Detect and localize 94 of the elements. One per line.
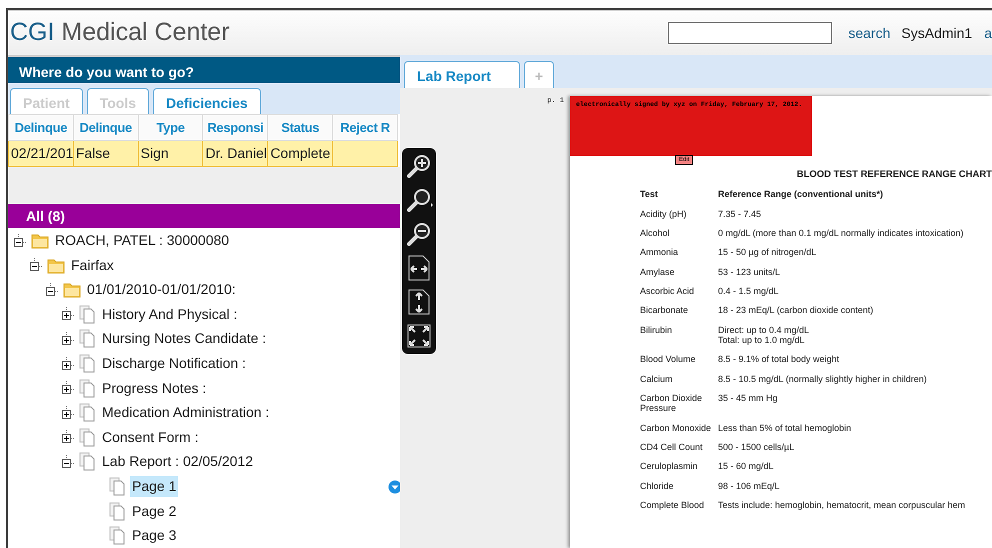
table-cell: Complete: [268, 140, 333, 166]
test-name: Bicarbonate: [640, 305, 690, 316]
reference-range: Less than 5% of total hemoglobin: [718, 422, 852, 434]
reference-range: 53 - 123 units/L: [718, 266, 782, 277]
reference-range: 8.5 - 9.1% of total body weight: [718, 354, 840, 365]
column-header[interactable]: Type: [138, 114, 203, 140]
reference-range: 8.5 - 10.5 mg/dL (normally slightly higher in children): [718, 374, 928, 384]
collapse-icon[interactable]: [62, 454, 75, 469]
reference-range: 0 mg/dL (more than 0.1 mg/dL normally indicates intoxication): [718, 228, 964, 238]
tree-item[interactable]: Medication Administration :: [100, 402, 272, 424]
folder-icon: [31, 232, 49, 250]
expand-icon[interactable]: [62, 332, 75, 346]
column-header[interactable]: Delinque: [73, 114, 138, 140]
tree-item[interactable]: Page 2: [130, 500, 178, 522]
test-name: Carbon Monoxide: [640, 422, 712, 434]
test-name: CD4 Cell Count: [640, 442, 704, 452]
document-icon: [79, 403, 96, 422]
tree-item[interactable]: Progress Notes :: [100, 378, 208, 399]
tree-item[interactable]: ROACH, PATEL : 30000080: [53, 230, 232, 252]
document-icon: [109, 477, 126, 496]
reference-range: 0.4 - 1.5 mg/dL: [718, 286, 780, 296]
document-icon: [79, 304, 96, 324]
tree-item[interactable]: Discharge Notification :: [100, 353, 248, 374]
test-name: Ascorbic Acid: [640, 286, 696, 296]
test-name: Amylase: [640, 266, 676, 277]
table-cell: False: [73, 140, 138, 166]
reference-range: Tests include: hemoglobin, hematocrit, mean corpuscular hem: [718, 500, 966, 510]
header-link[interactable]: a: [984, 22, 992, 44]
reference-range: Direct: up to 0.4 mg/dL Total: up to 1.0 mg/dL: [718, 324, 810, 346]
column-header[interactable]: Status: [268, 114, 333, 140]
folder-icon: [47, 256, 65, 274]
document-icon: [109, 502, 126, 521]
table-cell: Sign: [138, 140, 203, 166]
reference-range: 98 - 106 mEq/L: [718, 480, 781, 492]
tab[interactable]: Lab Report: [404, 61, 520, 88]
document-icon: [79, 329, 96, 348]
test-name: Carbon Dioxide Pressure: [640, 393, 704, 414]
test-name: Bilirubin: [640, 324, 674, 337]
zoom-in-icon[interactable]: [405, 152, 433, 180]
expand-icon[interactable]: [62, 406, 75, 420]
expand-icon[interactable]: [62, 430, 75, 444]
document-icon: [109, 526, 126, 546]
fullscreen-icon[interactable]: [405, 322, 433, 350]
document-title: BLOOD TEST REFERENCE RANGE CHART: [796, 168, 992, 182]
magnifier-icon[interactable]: [405, 186, 433, 214]
expand-icon[interactable]: [62, 307, 75, 322]
app-title: CGI Medical Center: [10, 17, 230, 48]
column-header: Reference Range (conventional units*): [718, 189, 884, 200]
tree-item[interactable]: Page 1: [130, 476, 178, 498]
document-icon: [79, 428, 96, 447]
user-name: SysAdmin1: [901, 24, 972, 43]
reference-range: 7.35 - 7.45: [718, 208, 762, 219]
test-name: Calcium: [640, 374, 674, 384]
test-name: Complete Blood: [640, 500, 706, 510]
tree-item[interactable]: Consent Form :: [100, 426, 200, 448]
reference-range: 35 - 45 mm Hg: [718, 393, 779, 406]
tree-header: All (8): [8, 204, 400, 228]
tree-item[interactable]: Page 3: [130, 525, 178, 546]
tab[interactable]: Deficiencies: [152, 88, 261, 114]
test-name: Alcohol: [640, 228, 671, 238]
document-icon: [79, 452, 96, 472]
table-cell: Dr. Daniel: [202, 140, 268, 166]
folder-icon: [63, 281, 81, 298]
tree-item[interactable]: 01/01/2010-01/01/2010:: [85, 279, 238, 300]
test-name: Blood Volume: [640, 354, 697, 365]
column-header[interactable]: Reject R: [332, 114, 398, 140]
search-field[interactable]: [668, 22, 832, 44]
column-header[interactable]: Responsi: [202, 114, 268, 140]
reference-range: 18 - 23 mEq/L (carbon dioxide content): [718, 305, 874, 316]
collapse-icon[interactable]: [14, 234, 27, 248]
collapse-icon[interactable]: [30, 258, 43, 272]
test-name: Ceruloplasmin: [640, 461, 699, 472]
zoom-out-icon[interactable]: [405, 220, 433, 248]
tree-item[interactable]: History And Physical :: [100, 304, 240, 325]
column-header: Test: [640, 189, 659, 200]
document-icon: [79, 378, 96, 398]
table-cell: 02/21/201: [8, 140, 74, 166]
tree-item[interactable]: Lab Report : 02/05/2012: [100, 451, 256, 472]
test-name: Ammonia: [640, 247, 680, 258]
table-row[interactable]: 02/21/201 False Sign Dr. Daniel Complete: [8, 140, 398, 166]
tree-item[interactable]: Nursing Notes Candidate :: [100, 328, 268, 350]
reference-range: 15 - 60 mg/dL: [718, 461, 775, 472]
reference-range: 15 - 50 µg of nitrogen/dL: [718, 247, 818, 258]
test-name: Acidity (pH): [640, 208, 688, 219]
document-icon: [79, 354, 96, 374]
reference-range: 500 - 1500 cells/µL: [718, 442, 796, 452]
navigation-bar-title: Where do you want to go?: [8, 55, 400, 83]
expand-icon[interactable]: [62, 381, 75, 396]
collapse-icon[interactable]: [46, 282, 59, 297]
expand-icon[interactable]: [62, 356, 75, 371]
test-name: Chloride: [640, 480, 675, 492]
column-header[interactable]: Delinque: [8, 114, 74, 140]
search-link[interactable]: search: [848, 22, 890, 44]
tree-item[interactable]: Fairfax: [69, 254, 116, 276]
